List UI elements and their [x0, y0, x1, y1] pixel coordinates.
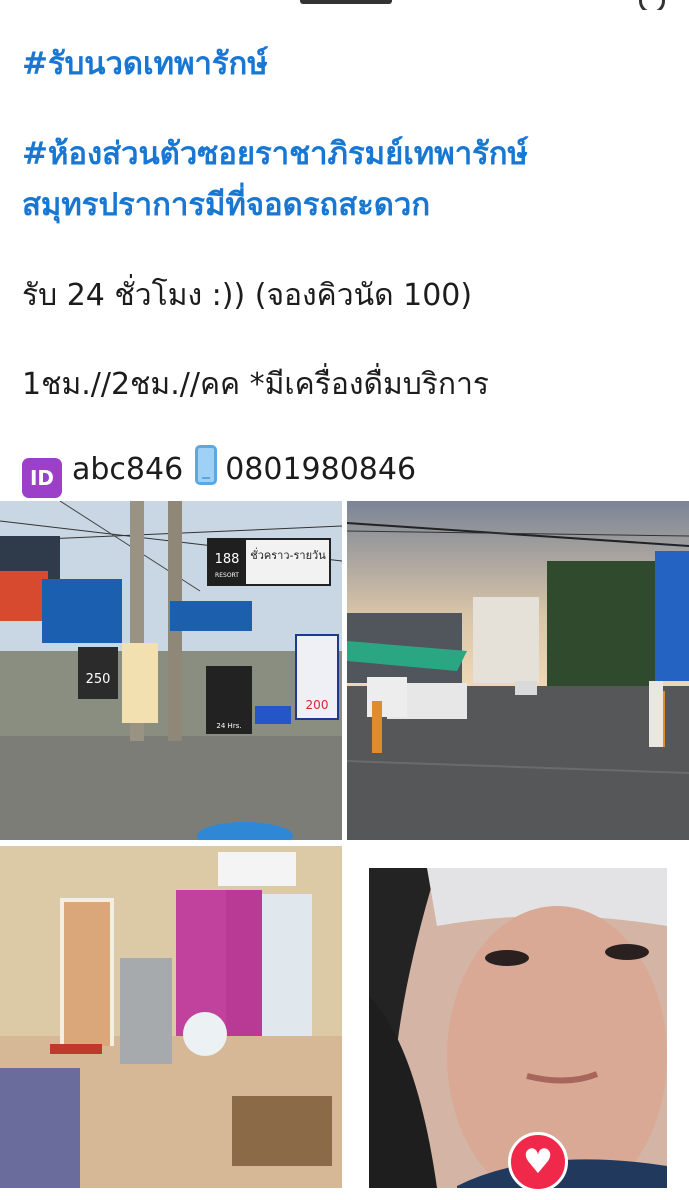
top-toolbar-cut [0, 0, 689, 10]
sign-sub: RESORT [215, 572, 239, 579]
mobile-phone-icon [195, 445, 218, 485]
hashtag-link[interactable]: #รับนวดเทพารักษ์ [22, 42, 268, 86]
hashtag-link-2[interactable]: #ห้องส่วนตัวซอยราชาภิรมย์เทพารักษ์ [22, 132, 528, 176]
photo-selfie[interactable] [347, 846, 689, 1188]
street-price-2: 200 [306, 698, 329, 712]
photo-room-interior[interactable] [0, 846, 342, 1188]
post-text-hours: รับ 24 ชั่วโมง :)) (จองคิวนัด 100) [22, 278, 473, 313]
phone-number: 0801980846 [225, 452, 417, 487]
search-icon[interactable] [639, 0, 665, 10]
sign-brand: 188 [215, 552, 240, 567]
hours-sign: 24 Hrs. [216, 722, 241, 730]
title-fragment [300, 0, 392, 4]
photo-street-signs[interactable]: 188 RESORT ชั่วคราว-รายวัน 250 24 Hrs. 2… [0, 501, 342, 840]
heart-reaction-icon[interactable]: ♥ [508, 1132, 568, 1192]
photo-parking-lot[interactable] [347, 501, 689, 840]
id-badge-icon: ID [22, 458, 62, 498]
line-id: abc846 [72, 452, 184, 487]
sign-text: ชั่วคราว-รายวัน [250, 547, 326, 562]
post-text-pricing: 1ชม.//2ชม.//คค *มีเครื่องดื่มบริการ [22, 367, 490, 402]
post-text-contact: ID abc846 0801980846 [22, 445, 416, 498]
hashtag-link-2-cont[interactable]: สมุทรปราการมีที่จอดรถสะดวก [22, 183, 430, 227]
street-price: 250 [86, 672, 111, 687]
